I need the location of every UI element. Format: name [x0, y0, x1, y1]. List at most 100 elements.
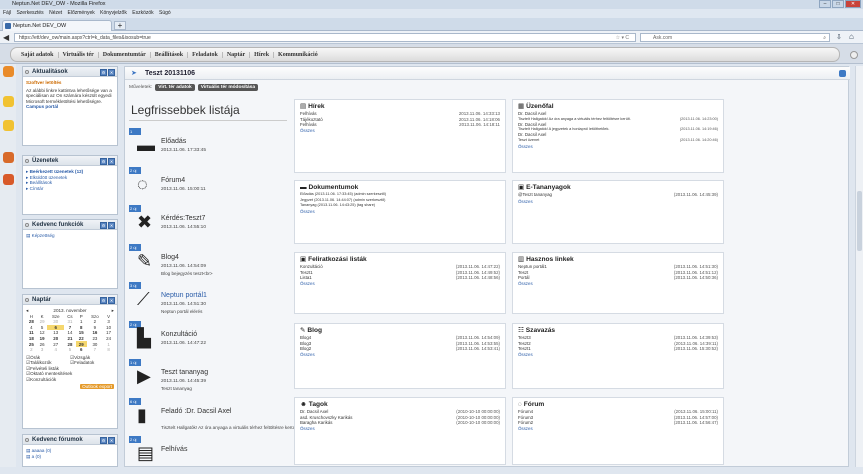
latest-item-title[interactable]: Neptun portál1 — [161, 292, 207, 299]
card-row[interactable]: Tisztelt Hallgatók! Az óra anyaga a virt… — [518, 117, 718, 122]
download-icon[interactable]: ⇩ — [836, 33, 842, 41]
search-box[interactable]: Ask.com ⌕ — [640, 33, 830, 42]
virtual-space-data-button[interactable]: Virt. tér adatok — [155, 84, 195, 91]
calendar-day[interactable]: 8 — [103, 347, 114, 353]
collapse-dot-icon[interactable] — [25, 223, 29, 227]
calendar-day[interactable]: 5 — [64, 347, 76, 353]
latest-list-item[interactable]: 3 új ⟋ Neptun portál1 2013.11.06. 14:51:30 N… — [129, 282, 289, 320]
show-all-link[interactable]: Összes — [518, 281, 718, 286]
card-row[interactable]: Teszt üzenet (2013.11.06. 14:20:46) — [518, 138, 718, 143]
favorite-item[interactable]: ▤ Képzettség — [26, 233, 114, 239]
panel-settings-icon[interactable]: ⚙ — [100, 222, 107, 229]
latest-item-title[interactable]: Konzultáció — [161, 331, 197, 338]
help-icon[interactable] — [839, 70, 846, 77]
scrollbar-thumb[interactable] — [857, 191, 862, 251]
card-row[interactable]: @Teszt tananyag (2013.11.06. 14:45:39) — [518, 192, 718, 197]
menu-news[interactable]: Hírek — [250, 51, 275, 58]
panel-close-icon[interactable]: ✕ — [108, 158, 115, 165]
panel-close-icon[interactable]: ✕ — [108, 297, 115, 304]
show-all-link[interactable]: Összes — [518, 426, 718, 431]
latest-item-title[interactable]: Előadás — [161, 138, 186, 145]
card-row[interactable]: Teszt1 (2013.11.06. 15:30:52) — [518, 346, 718, 351]
latest-list-item[interactable]: 2 új ✎ Blog4 2013.11.06. 14:54:09 Blog bejeg… — [129, 243, 289, 282]
search-icon[interactable]: ⌕ — [823, 34, 826, 42]
bookmark-star-icon[interactable]: ☆ ▾ C — [616, 34, 629, 42]
card-row[interactable]: Fórum2 (2013.11.06. 14:56:47) — [518, 420, 718, 425]
collapse-dot-icon[interactable] — [25, 438, 29, 442]
show-all-link[interactable]: Összes — [518, 199, 718, 204]
menu-view[interactable]: Nézet — [49, 10, 62, 16]
outlook-export-button[interactable]: Outlook export — [80, 384, 114, 390]
menu-help[interactable]: Súgó — [159, 10, 171, 16]
calendar-day[interactable]: 4 — [47, 347, 64, 353]
collapse-dot-icon[interactable] — [25, 159, 29, 163]
panel-close-icon[interactable]: ✕ — [108, 69, 115, 76]
show-all-link[interactable]: Összes — [300, 209, 500, 214]
calendar-icon[interactable] — [3, 152, 14, 163]
address-bar[interactable]: https://ett/dev_ow/main.aspx?ctrl=k_data… — [14, 33, 636, 42]
page-scrollbar[interactable] — [855, 66, 863, 467]
collapse-menu-button[interactable] — [850, 51, 858, 59]
latest-item-title[interactable]: Blog4 — [161, 254, 179, 261]
panel-close-icon[interactable]: ✕ — [108, 222, 115, 229]
next-month-icon[interactable]: ▸ — [112, 308, 114, 314]
menu-tools[interactable]: Eszközök — [132, 10, 153, 16]
menu-calendar[interactable]: Naptár — [223, 51, 251, 58]
prev-month-icon[interactable]: ◂ — [26, 308, 28, 314]
menu-settings[interactable]: Beállítások — [151, 51, 189, 58]
minimize-window-button[interactable]: – — [819, 0, 831, 8]
menu-communication[interactable]: Kommunikáció — [274, 52, 322, 58]
panel-settings-icon[interactable]: ⚙ — [100, 69, 107, 76]
menu-own-data[interactable]: Saját adatok — [17, 51, 59, 58]
menu-tasks[interactable]: Feladatok — [188, 51, 223, 58]
news-item-title[interactable]: Szoftver letöltés — [26, 80, 114, 86]
card-row[interactable]: Portál (2013.11.06. 14:50:36) — [518, 275, 718, 280]
latest-list-item[interactable]: 1 ▬ Előadás 2013.11.06. 17:33:45 — [129, 128, 289, 166]
card-row[interactable]: Tananyag (2013.11.06. 14:43:25) (tag sha… — [300, 203, 500, 208]
show-all-link[interactable]: Összes — [300, 352, 500, 357]
latest-list-item[interactable]: 2 új ▤ Felhívás — [129, 436, 289, 474]
card-row[interactable]: Lista1 (2013.11.06. 14:48:56) — [300, 275, 500, 280]
show-all-link[interactable]: Összes — [300, 426, 500, 431]
card-row[interactable]: Blog2 (2013.11.06. 14:53:41) — [300, 346, 500, 351]
virtual-space-edit-button[interactable]: Virtuális tér módosítása — [197, 84, 259, 91]
filter-checkbox-consultations[interactable]: ☑Konzultációk — [26, 377, 114, 383]
panel-close-icon[interactable]: ✕ — [108, 437, 115, 444]
panel-settings-icon[interactable]: ⚙ — [100, 437, 107, 444]
messages-directory-link[interactable]: ▸ Címtár — [26, 186, 114, 192]
panel-settings-icon[interactable]: ⚙ — [100, 158, 107, 165]
latest-item-title[interactable]: Kérdés:Teszt7 — [161, 215, 205, 222]
chat-icon[interactable] — [3, 174, 14, 185]
home-icon[interactable]: ⌂ — [849, 32, 854, 41]
maximize-window-button[interactable]: □ — [832, 0, 844, 8]
panel-settings-icon[interactable]: ⚙ — [100, 297, 107, 304]
latest-item-title[interactable]: Teszt tananyag — [161, 369, 208, 376]
show-all-link[interactable]: Összes — [518, 352, 718, 357]
back-arrow-icon[interactable]: ◀ — [3, 33, 9, 42]
calendar-day[interactable]: 6 — [76, 347, 87, 353]
collapse-dot-icon[interactable] — [25, 298, 29, 302]
latest-list-item[interactable]: 1 új ▶ Teszt tananyag 2013.11.06. 14:45:39 T… — [129, 359, 289, 397]
home-icon[interactable] — [3, 96, 14, 107]
calendar-day[interactable]: 2 — [26, 347, 37, 353]
latest-list-item[interactable]: 6 új ▮ Feladó :Dr. Dacsil Axel Tisztelt Hal… — [129, 397, 297, 436]
latest-list-item[interactable]: 2 új ✖ Kérdés:Teszt7 2013.11.06. 14:55:10 — [129, 205, 289, 243]
latest-list-item[interactable]: 2 új ▙ Konzultáció 2013.11.06. 14:47:22 — [129, 320, 289, 359]
card-row[interactable]: Baragha Karikás (2010-10-10 00:00:00) — [300, 420, 500, 425]
menu-virtual-space[interactable]: Virtuális tér — [59, 51, 99, 58]
new-tab-button[interactable]: + — [114, 21, 126, 30]
latest-item-title[interactable]: Fórum4 — [161, 177, 185, 184]
show-all-link[interactable]: Összes — [518, 144, 718, 149]
star-icon[interactable] — [3, 120, 14, 131]
card-row[interactable]: Felhívás 2013.11.06. 14:18:11 — [300, 122, 500, 127]
latest-list-item[interactable]: 2 új ◌ Fórum4 2013.11.06. 15:00:11 — [129, 166, 289, 205]
latest-item-title[interactable]: Feladó :Dr. Dacsil Axel — [161, 408, 231, 415]
calendar-day[interactable]: 3 — [37, 347, 48, 353]
browser-tab[interactable]: Neptun.Net DEV_OW — [2, 20, 112, 31]
forum-link[interactable]: ▤ a (0) — [26, 454, 114, 460]
calendar-day[interactable]: 7 — [87, 347, 104, 353]
menu-bookmarks[interactable]: Könyvjelzők — [100, 10, 127, 16]
menu-edit[interactable]: Szerkesztés — [16, 10, 43, 16]
menu-file[interactable]: Fájl — [3, 10, 11, 16]
collapse-dot-icon[interactable] — [25, 70, 29, 74]
